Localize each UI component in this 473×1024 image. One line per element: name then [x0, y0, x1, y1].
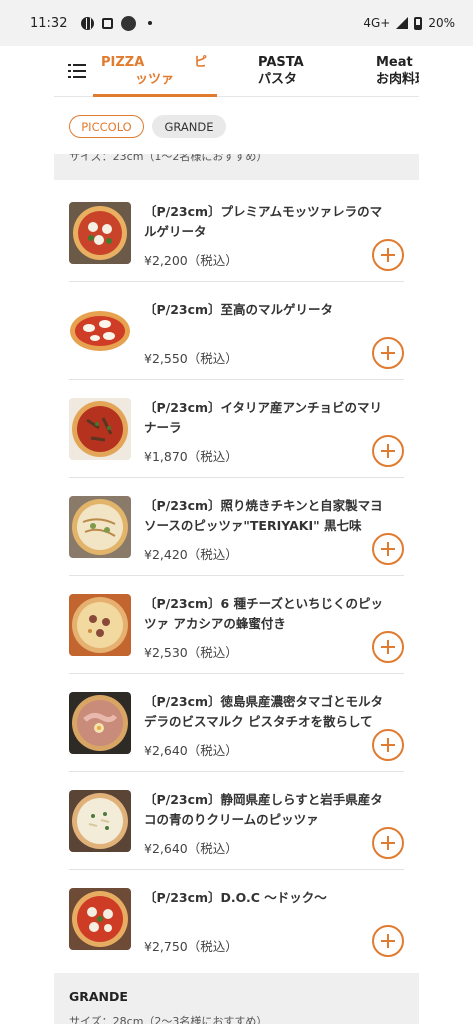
item-title: 〔P/23cm〕徳島県産濃密タマゴとモルタデラのビスマルク ピスタチオを散らして [144, 694, 384, 729]
category-nav: PIZZA ピ ッツァ PASTA パスタ Meat お肉料理 [54, 46, 419, 97]
menu-item[interactable]: 〔P/23cm〕D.O.C 〜ドック〜 ¥2,750（税込） [54, 870, 419, 968]
section-size-note: サイズ：28cm（2〜3名様におすすめ） [69, 1015, 268, 1024]
item-price: ¥2,640（税込） [144, 743, 238, 758]
menu-item[interactable]: 〔P/23cm〕イタリア産アンチョビのマリナーラ ¥1,870（税込） [54, 380, 419, 478]
add-button[interactable] [372, 435, 404, 467]
add-button[interactable] [372, 827, 404, 859]
menu-item[interactable]: 〔P/23cm〕照り焼きチキンと自家製マヨソースのピッツァ"TERIYAKI" … [54, 478, 419, 576]
item-title: 〔P/23cm〕プレミアムモッツァレラのマルゲリータ [144, 204, 383, 239]
menu-item[interactable]: 〔P/23cm〕プレミアムモッツァレラのマルゲリータ ¥2,200（税込） [54, 184, 419, 282]
section-size-note: サイズ：23cm（1〜2名様におすすめ） [69, 154, 268, 163]
add-button[interactable] [372, 925, 404, 957]
item-title: 〔P/23cm〕至高のマルゲリータ [144, 302, 334, 317]
item-price: ¥2,200（税込） [144, 253, 238, 268]
active-tab-indicator [93, 94, 217, 97]
menu-item[interactable]: 〔P/23cm〕6 種チーズといちじくのピッツァ アカシアの蜂蜜付き ¥2,53… [54, 576, 419, 674]
menu-item-list: 〔P/23cm〕プレミアムモッツァレラのマルゲリータ ¥2,200（税込） 〔P… [54, 184, 419, 968]
pizza-image [69, 692, 131, 754]
battery-icon [414, 16, 423, 30]
tab-label-ja: パスタ [258, 72, 298, 87]
menu-item[interactable]: 〔P/23cm〕徳島県産濃密タマゴとモルタデラのビスマルク ピスタチオを散らして… [54, 674, 419, 772]
menu-item[interactable]: 〔P/23cm〕静岡県産しらすと岩手県産タコの青のりクリームのピッツァ ¥2,6… [54, 772, 419, 870]
pizza-image [69, 496, 131, 558]
tab-label-en: PIZZA [101, 55, 145, 70]
menu-sheet: PIZZA ピ ッツァ PASTA パスタ Meat お肉料理 PICCOLO … [54, 46, 419, 1024]
filter-piccolo[interactable]: PICCOLO [69, 115, 144, 138]
item-price: ¥2,550（税込） [144, 351, 238, 366]
section-title: GRANDE [69, 989, 128, 1004]
item-price: ¥1,870（税込） [144, 449, 238, 464]
section-header-piccolo: サイズ：23cm（1〜2名様におすすめ） [54, 154, 419, 180]
signal-icon [396, 17, 409, 29]
ball-icon [81, 16, 95, 30]
item-price: ¥2,640（税込） [144, 841, 238, 856]
pizza-image [69, 790, 131, 852]
filter-grande[interactable]: GRANDE [152, 115, 226, 138]
add-button[interactable] [372, 631, 404, 663]
tab-label-en: Meat [376, 55, 413, 70]
tab-pizza[interactable]: PIZZA ピ ッツァ [93, 54, 217, 97]
item-title: 〔P/23cm〕D.O.C 〜ドック〜 [144, 890, 327, 905]
item-price: ¥2,750（税込） [144, 939, 238, 954]
add-button[interactable] [372, 239, 404, 271]
dot-icon [148, 21, 153, 25]
pizza-image [69, 398, 131, 460]
status-time: 11:32 [30, 15, 68, 31]
tab-label-ja: お肉料理 [376, 72, 419, 87]
screenshot-icon [102, 17, 114, 29]
item-title: 〔P/23cm〕静岡県産しらすと岩手県産タコの青のりクリームのピッツァ [144, 792, 383, 827]
tab-label-ja: ッツァ [135, 72, 175, 87]
item-price: ¥2,530（税込） [144, 645, 238, 660]
circle-icon [121, 15, 137, 31]
tab-label-ja: ピ [194, 55, 208, 70]
item-title: 〔P/23cm〕照り焼きチキンと自家製マヨソースのピッツァ"TERIYAKI" … [144, 498, 383, 533]
network-label: 4G+ [363, 16, 391, 30]
tab-label-en: PASTA [258, 55, 304, 70]
tab-meat[interactable]: Meat お肉料理 [376, 54, 419, 88]
pizza-image [69, 888, 131, 950]
add-button[interactable] [372, 337, 404, 369]
item-price: ¥2,420（税込） [144, 547, 238, 562]
item-title: 〔P/23cm〕イタリア産アンチョビのマリナーラ [144, 400, 383, 435]
add-button[interactable] [372, 533, 404, 565]
status-bar: 11:32 4G+ 20% [0, 0, 473, 46]
pizza-image [69, 202, 131, 264]
menu-list-icon[interactable] [68, 64, 86, 78]
pizza-image [69, 300, 131, 362]
tab-pasta[interactable]: PASTA パスタ [258, 54, 304, 88]
menu-item[interactable]: 〔P/23cm〕至高のマルゲリータ ¥2,550（税込） [54, 282, 419, 380]
battery-label: 20% [428, 16, 455, 30]
item-title: 〔P/23cm〕6 種チーズといちじくのピッツァ アカシアの蜂蜜付き [144, 596, 383, 631]
add-button[interactable] [372, 729, 404, 761]
status-right: 4G+ 20% [363, 16, 455, 30]
pizza-image [69, 594, 131, 656]
section-header-grande: GRANDE サイズ：28cm（2〜3名様におすすめ） [54, 973, 419, 1024]
